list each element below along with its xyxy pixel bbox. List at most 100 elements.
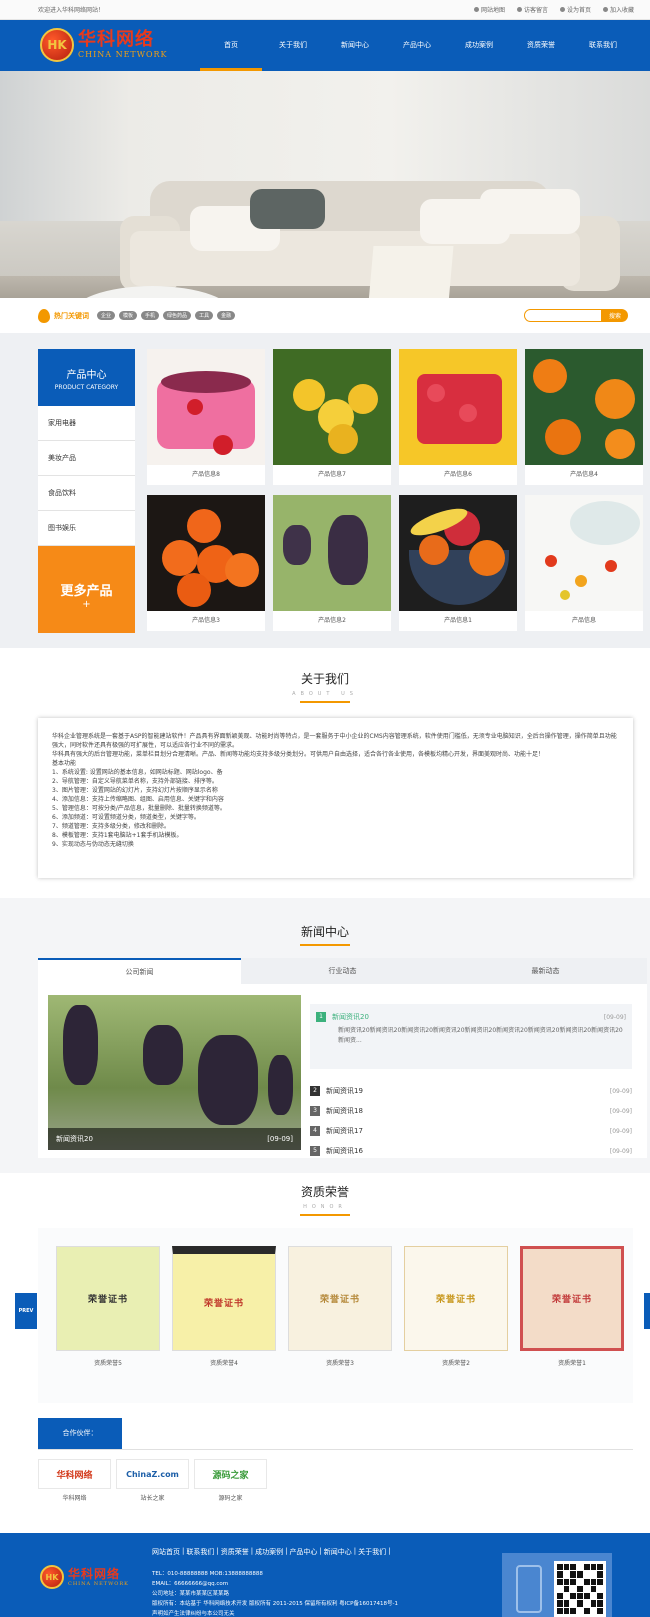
product-card[interactable]: 产品信息7 (273, 349, 391, 485)
category-item[interactable]: 图书娱乐 (38, 511, 135, 546)
category-item[interactable]: 家用电器 (38, 406, 135, 441)
footer-link[interactable]: 资质荣誉 (221, 1547, 249, 1557)
footer-link[interactable]: 关于我们 (358, 1547, 386, 1557)
certificate-card[interactable]: 荣誉证书 资质荣誉2 (404, 1246, 508, 1373)
featured-news-title: 新闻资讯20 (56, 1135, 93, 1143)
certificate-heading: 荣誉证书 (203, 1298, 244, 1309)
product-caption: 产品信息1 (444, 617, 472, 624)
product-caption: 产品信息2 (318, 617, 346, 624)
product-section: 产品中心 PRODUCT CATEGORY 家用电器 美妆产品 食品饮料 图书娱… (0, 333, 650, 648)
news-item-featured[interactable]: 1 新闻资讯20 [09-09] 新闻资讯20新闻资讯20新闻资讯20新闻资讯20… (310, 1004, 632, 1069)
product-grid: 产品信息8 产品信息7 产品信息6 产品信息4 产品信息3 产品信息2 产品信息… (147, 349, 643, 631)
category-subtitle: PRODUCT CATEGORY (54, 384, 119, 391)
message-icon (516, 7, 522, 12)
category-item[interactable]: 美妆产品 (38, 441, 135, 476)
news-date: [09-09] (609, 1087, 632, 1095)
news-title-link[interactable]: 新闻资讯16 (326, 1146, 363, 1156)
product-card[interactable]: 产品信息1 (399, 495, 517, 631)
news-item[interactable]: 4 新闻资讯17 [09-09] (310, 1121, 632, 1141)
hot-keywords-title: 热门关键词 (54, 311, 89, 320)
nav-products[interactable]: 产品中心 (386, 20, 448, 71)
nav-home[interactable]: 首页 (200, 20, 262, 71)
footer-link[interactable]: 联系我们 (186, 1547, 214, 1557)
keyword-tag[interactable]: 模板 (119, 311, 138, 320)
footer-email: EMAIL：66666666@qq.com (152, 1581, 229, 1587)
tab-company-news[interactable]: 公司新闻 (38, 958, 241, 984)
news-title-link[interactable]: 新闻资讯18 (326, 1106, 363, 1116)
category-title: 产品中心 (66, 370, 107, 381)
news-title-link[interactable]: 新闻资讯19 (326, 1086, 363, 1096)
certificate-card[interactable]: 荣誉证书 资质荣誉4 (172, 1246, 276, 1373)
search-button[interactable]: 搜索 (602, 309, 628, 322)
tab-latest-news[interactable]: 最新动态 (444, 958, 647, 984)
news-item[interactable]: 3 新闻资讯18 [09-09] (310, 1101, 632, 1121)
partner-name: 华科网络 (62, 1495, 87, 1502)
set-homepage-link[interactable]: 设为首页 (559, 5, 591, 14)
title-underline (300, 701, 350, 703)
keyword-tag[interactable]: 企业 (97, 311, 116, 320)
hero-banner[interactable] (0, 71, 650, 298)
welcome-text: 欢迎进入华科网络网站！ (38, 7, 105, 14)
news-title-link[interactable]: 新闻资讯17 (326, 1126, 363, 1136)
search-input[interactable] (524, 309, 602, 322)
product-card[interactable]: 产品信息2 (273, 495, 391, 631)
about-section: 关于我们 ABOUT US 华科企业管理系统是一套基于ASP的智能建站软件！产品… (0, 648, 650, 898)
site-logo[interactable]: HK 华科网络 CHINA NETWORK (40, 28, 168, 62)
certificate-card[interactable]: 荣誉证书 资质荣誉1 (520, 1246, 624, 1373)
more-products-button[interactable]: 更多产品 + (38, 546, 135, 633)
add-favorite-link[interactable]: 加入收藏 (602, 5, 634, 14)
certificate-image: 荣誉证书 (520, 1246, 624, 1351)
nav-cases[interactable]: 成功案例 (448, 20, 510, 71)
category-item[interactable]: 食品饮料 (38, 476, 135, 511)
footer-link[interactable]: 产品中心 (289, 1547, 317, 1557)
keyword-tag[interactable]: 绿色药品 (163, 311, 192, 320)
partner-link[interactable]: ChinaZ.com 站长之家 (116, 1459, 189, 1502)
news-item[interactable]: 5 新闻资讯16 [09-09] (310, 1141, 632, 1161)
keyword-tag[interactable]: 工具 (195, 311, 214, 320)
news-rank: 3 (310, 1106, 320, 1116)
honor-section: 资质荣誉 HONOR PREV 荣誉证书 资质荣誉5 荣誉证书 资质荣誉4 荣誉… (0, 1173, 650, 1418)
nav-honor[interactable]: 资质荣誉 (510, 20, 572, 71)
keyword-tag[interactable]: 手机 (141, 311, 160, 320)
footer-logo[interactable]: HK 华科网络 CHINA NETWORK (40, 1565, 129, 1589)
product-card[interactable]: 产品信息3 (147, 495, 265, 631)
product-image-raspberries (399, 349, 517, 465)
product-caption: 产品信息3 (192, 617, 220, 624)
certificate-card[interactable]: 荣誉证书 资质荣誉3 (288, 1246, 392, 1373)
partner-link[interactable]: 源码之家 源码之家 (194, 1459, 267, 1502)
sitemap-link[interactable]: 网站地图 (473, 5, 505, 14)
product-card[interactable]: 产品信息8 (147, 349, 265, 485)
product-card[interactable]: 产品信息6 (399, 349, 517, 485)
nav-about[interactable]: 关于我们 (262, 20, 324, 71)
top-bar: 欢迎进入华科网络网站！ 网站地图 访客留言 设为首页 加入收藏 (0, 0, 650, 20)
partners-title: 合作伙伴： (38, 1418, 122, 1449)
prev-button[interactable]: PREV (15, 1293, 37, 1329)
product-card[interactable]: 产品信息4 (525, 349, 643, 485)
news-title-link[interactable]: 新闻资讯20 (332, 1012, 369, 1022)
news-item[interactable]: 2 新闻资讯19 [09-09] (310, 1081, 632, 1101)
certificate-caption: 资质荣誉5 (94, 1360, 122, 1367)
about-content: 华科企业管理系统是一套基于ASP的智能建站软件！产品具有界面新颖美观、功能时尚等… (38, 718, 633, 878)
honor-carousel: 荣誉证书 资质荣誉5 荣誉证书 资质荣誉4 荣誉证书 资质荣誉3 荣誉证书 资质… (38, 1228, 633, 1403)
footer-link[interactable]: 新闻中心 (324, 1547, 352, 1557)
news-date: [09-09] (603, 1013, 626, 1021)
nav-news[interactable]: 新闻中心 (324, 20, 386, 71)
product-card[interactable]: 产品信息 (525, 495, 643, 631)
certificate-image: 荣誉证书 (288, 1246, 392, 1351)
footer-copyright: 版权所有：本站基于 华科网络技术开发 版权所有 2011-2015 保留所有权利… (152, 1601, 398, 1607)
footer-link[interactable]: 网站首页 (152, 1547, 180, 1557)
next-button[interactable] (644, 1293, 650, 1329)
sitemap-icon (473, 7, 479, 12)
keyword-tag[interactable]: 金融 (217, 311, 236, 320)
keyword-bar: 热门关键词 企业 模板 手机 绿色药品 工具 金融 搜索 (0, 298, 650, 333)
nav-contact[interactable]: 联系我们 (572, 20, 634, 71)
tab-industry-news[interactable]: 行业动态 (241, 958, 444, 984)
certificate-caption: 资质荣誉1 (558, 1360, 586, 1367)
featured-news-caption: 新闻资讯20 [09-09] (48, 1128, 301, 1150)
certificate-card[interactable]: 荣誉证书 资质荣誉5 (56, 1246, 160, 1373)
footer-link[interactable]: 成功案例 (255, 1547, 283, 1557)
guestbook-link[interactable]: 访客留言 (516, 5, 548, 14)
partner-link[interactable]: 华科网络 华科网络 (38, 1459, 111, 1502)
featured-news-image[interactable]: 新闻资讯20 [09-09] (48, 995, 301, 1150)
title-underline (300, 944, 350, 946)
